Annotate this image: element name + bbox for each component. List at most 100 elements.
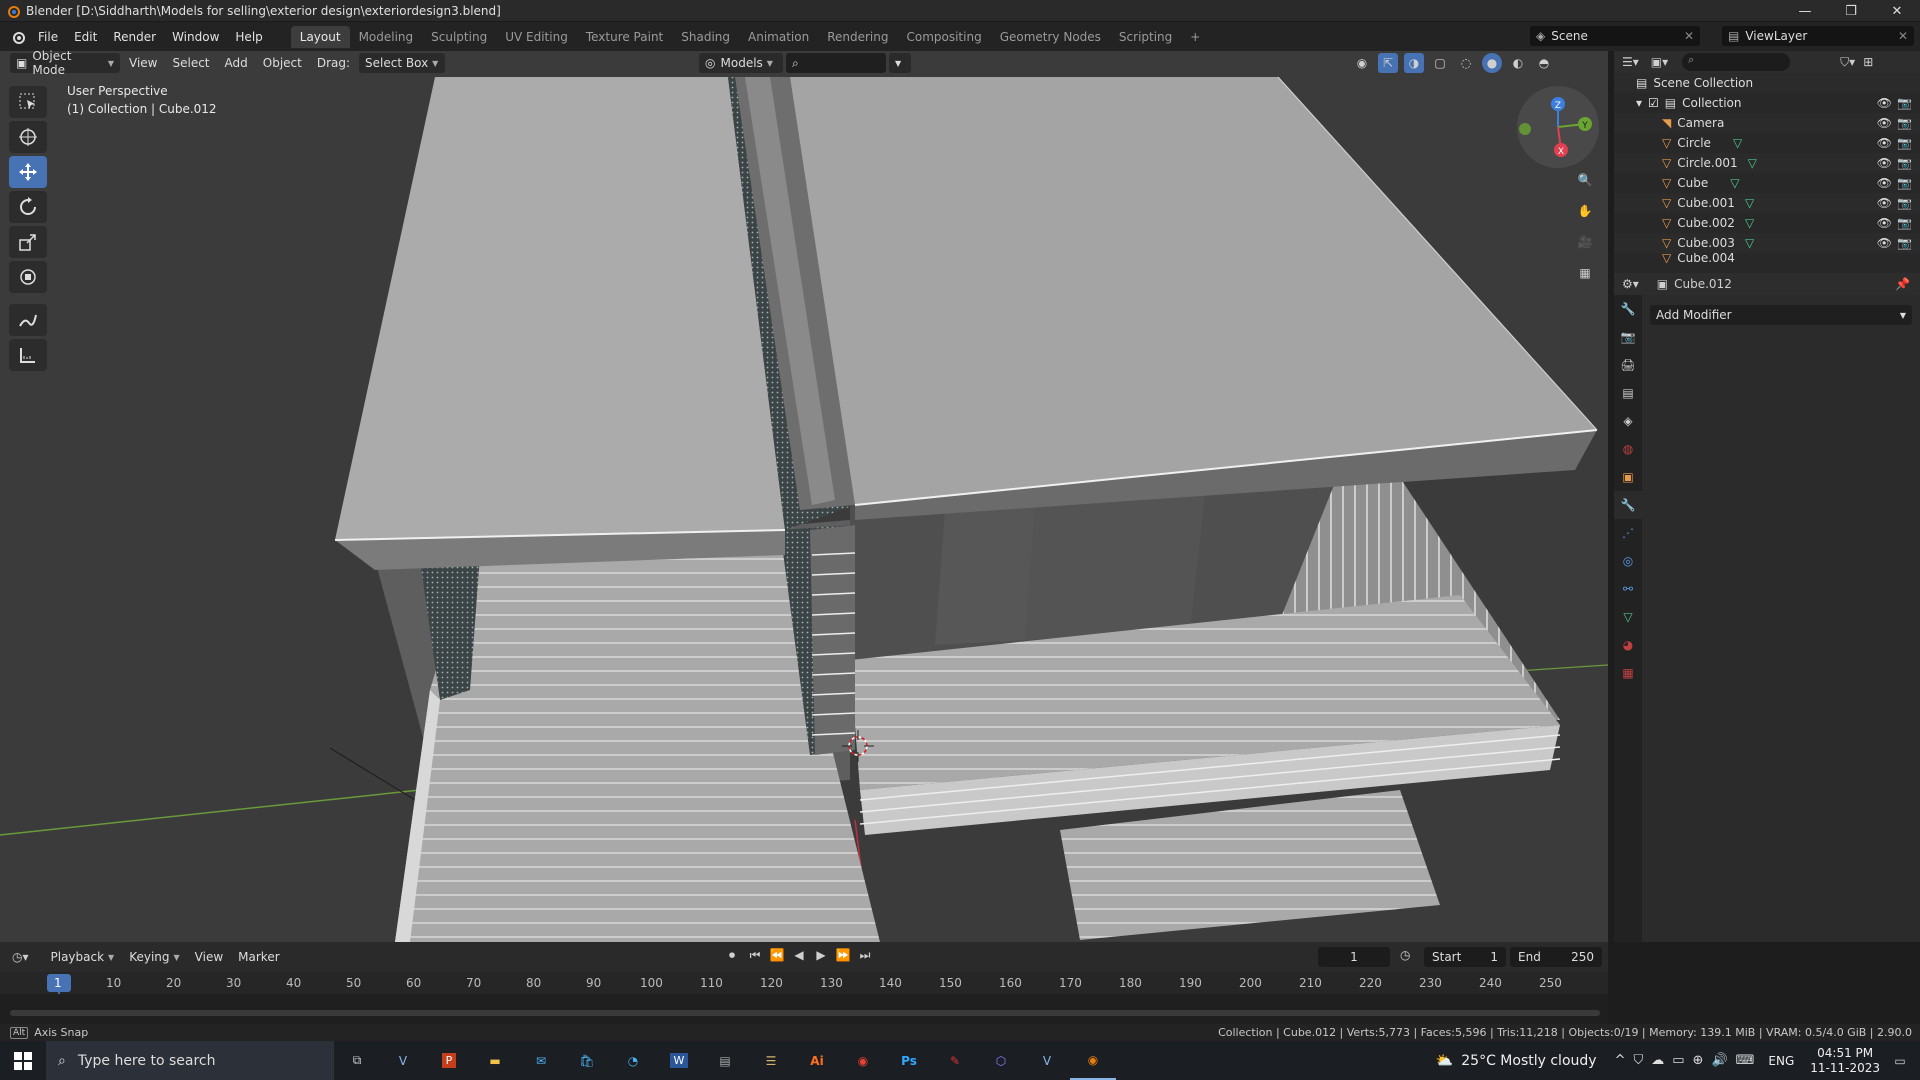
camera-render-icon[interactable]: 📷 (1897, 116, 1912, 130)
output-tab-icon[interactable]: 🖨 (1614, 351, 1642, 379)
volume-icon[interactable]: 🔊 (1711, 1053, 1727, 1068)
tab-sculpting[interactable]: Sculpting (422, 26, 496, 48)
tab-animation[interactable]: Animation (739, 26, 818, 48)
transform-tool[interactable] (9, 261, 47, 293)
file-explorer-icon[interactable]: ▬ (472, 1041, 518, 1080)
tab-geometry-nodes[interactable]: Geometry Nodes (991, 26, 1110, 48)
timeline-track[interactable] (0, 994, 1608, 1024)
eye-icon[interactable]: 👁 (1877, 176, 1892, 190)
pan-hand-icon[interactable]: ✋ (1570, 196, 1600, 226)
camera-render-icon[interactable]: 📷 (1897, 136, 1912, 150)
onedrive-icon[interactable]: ☁ (1651, 1053, 1664, 1068)
outliner-search-input[interactable]: ⌕ (1682, 53, 1791, 71)
camera-render-icon[interactable]: 📷 (1897, 196, 1912, 210)
display-mode-icon[interactable]: ▣▾ (1651, 55, 1668, 69)
move-tool[interactable] (9, 156, 47, 188)
world-tab-icon[interactable]: ◍ (1614, 435, 1642, 463)
camera-render-icon[interactable]: 📷 (1897, 236, 1912, 250)
viewport-search-input[interactable]: ⌕ (786, 53, 887, 73)
blender-app-icon[interactable]: ◉ (1070, 1041, 1116, 1080)
play-reverse-icon[interactable]: ◀ (790, 948, 808, 963)
tab-modeling[interactable]: Modeling (350, 26, 423, 48)
weather-widget[interactable]: ⛅ 25°C Mostly cloudy (1436, 1053, 1597, 1069)
physics-tab-icon[interactable]: ◎ (1614, 547, 1642, 575)
store-app-icon[interactable]: 🛍 (564, 1041, 610, 1080)
annotate-tool[interactable] (9, 304, 47, 336)
next-keyframe-icon[interactable]: ⏩ (834, 948, 852, 963)
close-icon[interactable]: ✕ (1898, 29, 1908, 43)
outliner-item[interactable]: ▽ Cube.003 ▽ 👁 📷 (1614, 233, 1920, 253)
powerpoint-app-icon[interactable]: P (426, 1041, 472, 1080)
illustrator-app-icon[interactable]: Ai (794, 1041, 840, 1080)
language-indicator[interactable]: ENG (1768, 1054, 1794, 1068)
notepad-app-icon[interactable]: ▤ (702, 1041, 748, 1080)
object-menu[interactable]: Object (257, 53, 308, 73)
editor-type-icon[interactable]: ☰▾ (1622, 55, 1639, 69)
scene-selector[interactable]: ◈ Scene ✕ (1530, 26, 1700, 46)
camera-view-icon[interactable]: 🎥 (1570, 227, 1600, 257)
add-workspace-button[interactable]: + (1181, 26, 1209, 48)
network-icon[interactable]: ⊕ (1693, 1053, 1704, 1068)
camera-render-icon[interactable]: 📷 (1897, 96, 1912, 110)
blender-menu-icon[interactable] (10, 29, 26, 45)
scale-tool[interactable] (9, 226, 47, 258)
scene-tab-icon[interactable]: ◈ (1614, 407, 1642, 435)
task-view-icon[interactable]: ⧉ (334, 1041, 380, 1080)
xray-icon[interactable]: ▢ (1430, 53, 1450, 73)
menu-edit[interactable]: Edit (66, 26, 105, 48)
3d-viewport[interactable] (0, 51, 1608, 942)
eye-icon[interactable]: 👁 (1877, 156, 1892, 170)
snap-toggle[interactable]: ▼ (889, 53, 912, 73)
clock-icon[interactable]: ◷ (1400, 948, 1410, 962)
eye-icon[interactable]: 👁 (1877, 236, 1892, 250)
editor-type-icon[interactable]: ◷▾ (12, 950, 29, 964)
editor-type-icon[interactable]: ⚙▾ (1622, 277, 1639, 291)
cursor-tool[interactable] (9, 121, 47, 153)
outliner-item[interactable]: ▽ Circle.001 ▽ 👁 📷 (1614, 153, 1920, 173)
select-menu[interactable]: Select (166, 53, 215, 73)
filter-icon[interactable]: ⛉▾ (1840, 55, 1855, 70)
current-frame-field[interactable]: 1 (1318, 947, 1390, 967)
modifier-tab-icon[interactable]: 🔧 (1614, 491, 1642, 519)
pin-icon[interactable]: 📌 (1895, 277, 1910, 291)
add-modifier-dropdown[interactable]: Add Modifier ▼ (1650, 305, 1912, 325)
play-icon[interactable]: ▶ (812, 948, 830, 963)
eye-icon[interactable]: 👁 (1877, 136, 1892, 150)
render-tab-icon[interactable]: 📷 (1614, 323, 1642, 351)
navigation-gizmo[interactable]: Z Y X (1515, 84, 1601, 170)
keying-menu[interactable]: Keying ▼ (123, 947, 185, 967)
timeline-scrollbar[interactable] (10, 1010, 1600, 1016)
mode-selector[interactable]: ▣ Object Mode ▼ (10, 49, 120, 77)
eye-icon[interactable]: 👁 (1877, 116, 1892, 130)
menu-window[interactable]: Window (164, 26, 227, 48)
wireframe-shading-icon[interactable]: ◌ (1456, 53, 1476, 73)
object-tab-icon[interactable]: ▣ (1614, 463, 1642, 491)
photoshop-app-icon[interactable]: Ps (886, 1041, 932, 1080)
word-app-icon[interactable]: W (656, 1041, 702, 1080)
chrome-app-icon[interactable]: ◉ (840, 1041, 886, 1080)
outliner-item[interactable]: ▽ Cube.001 ▽ 👁 📷 (1614, 193, 1920, 213)
menu-help[interactable]: Help (227, 26, 270, 48)
menu-file[interactable]: File (30, 26, 66, 48)
close-button[interactable]: ✕ (1874, 0, 1920, 22)
outliner-item[interactable]: ▽ Cube.002 ▽ 👁 📷 (1614, 213, 1920, 233)
outliner-item[interactable]: ◥ Camera 👁 📷 (1614, 113, 1920, 133)
playback-menu[interactable]: Playback ▼ (45, 947, 121, 967)
drag-select-dropdown[interactable]: Select Box ▼ (359, 53, 446, 73)
close-icon[interactable]: ✕ (1684, 29, 1694, 43)
tab-layout[interactable]: Layout (290, 25, 350, 48)
visibility-icon[interactable]: ◉ (1352, 53, 1372, 73)
tab-uv-editing[interactable]: UV Editing (496, 26, 577, 48)
material-shading-icon[interactable]: ◐ (1508, 53, 1528, 73)
viewlayer-selector[interactable]: ▤ ViewLayer ✕ (1722, 26, 1914, 46)
expand-arrow-icon[interactable]: ▾ (1636, 96, 1642, 110)
sketchup-app-icon[interactable]: ✎ (932, 1041, 978, 1080)
chevron-up-icon[interactable]: ^ (1615, 1053, 1626, 1068)
edge-app-icon[interactable]: ◔ (610, 1041, 656, 1080)
view-menu[interactable]: View (123, 53, 163, 73)
windows-start-icon[interactable] (0, 1041, 46, 1080)
prev-keyframe-icon[interactable]: ⏪ (768, 948, 786, 963)
vectorworks-app-icon-2[interactable]: V (1024, 1041, 1070, 1080)
outliner-collection[interactable]: ▾ ☑ ▤ Collection 👁 📷 (1614, 93, 1920, 113)
ortho-grid-icon[interactable]: ▦ (1570, 258, 1600, 288)
